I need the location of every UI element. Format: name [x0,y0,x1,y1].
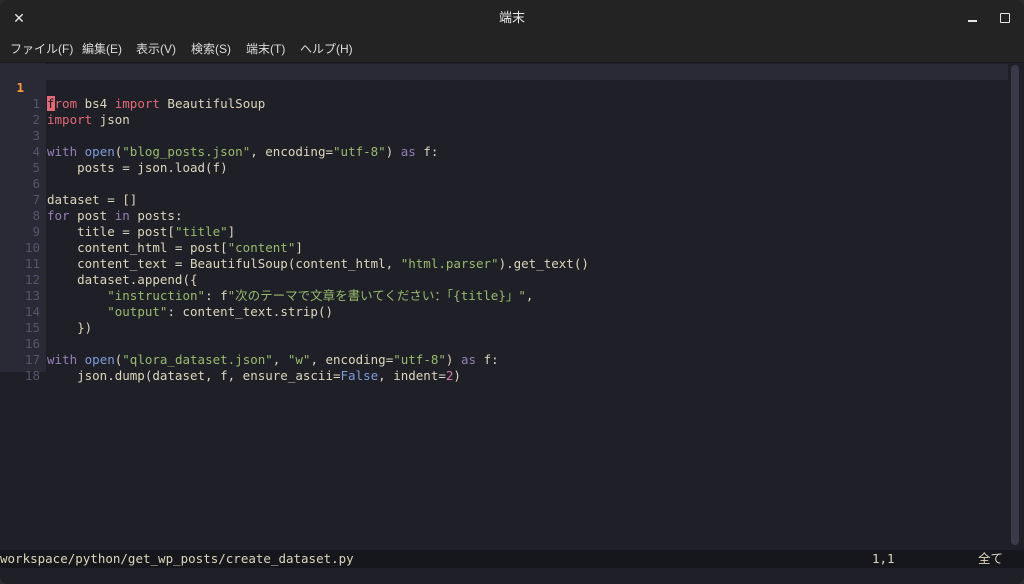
code-line[interactable]: 18 [0,352,1008,383]
code-line[interactable]: 14 }) [0,288,1008,335]
line-number: 18 [24,368,40,383]
code-line[interactable]: 2 [0,96,1008,127]
scroll-percent: 全て [978,551,1004,566]
menu-search[interactable]: 検索(S) [191,41,231,57]
menu-terminal[interactable]: 端末(T) [246,41,285,57]
code-line[interactable]: 3 with open("blog_posts.json", encoding=… [0,112,1008,159]
terminal-window: ✕ 端末 ファイル(F) 編集(E) 表示(V) 検索(S) 端末(T) ヘルプ… [0,0,1024,584]
code-line[interactable]: 15 [0,304,1008,335]
menu-help[interactable]: ヘルプ(H) [300,41,353,57]
code-line[interactable]: 17 json.dump(dataset, f, ensure_ascii=Fa… [0,336,1008,383]
menu-view[interactable]: 表示(V) [136,41,176,57]
code-line[interactable]: 8 title = post["title"] [0,192,1008,239]
code-line[interactable]: 13 "output": content_text.strip() [0,272,1008,319]
code-line[interactable]: 9 content_html = post["content"] [0,208,1008,255]
code-line[interactable]: 7 for post in posts: [0,176,1008,223]
code-line[interactable]: 1 import json [0,80,1008,127]
code-line[interactable]: 16 with open("qlora_dataset.json", "w", … [0,320,1008,367]
maximize-icon[interactable] [996,9,1014,27]
code-line[interactable]: 12 "instruction": f"次のテーマで文章を書いてください：「{t… [0,256,1008,303]
minimize-icon[interactable] [964,9,982,27]
code-line[interactable]: 10 content_text = BeautifulSoup(content_… [0,224,1008,271]
vim-editor[interactable]: 1 from bs4 import BeautifulSoup 1 import… [0,63,1024,550]
code-line[interactable]: 5 [0,144,1008,175]
scrollbar-thumb[interactable] [1011,65,1019,545]
code-line[interactable]: 1 from bs4 import BeautifulSoup [0,64,1008,111]
menu-bar: ファイル(F) 編集(E) 表示(V) 検索(S) 端末(T) ヘルプ(H) [0,36,1024,63]
code-line[interactable]: 11 dataset.append({ [0,240,1008,287]
title-bar: ✕ 端末 [0,0,1024,36]
command-line[interactable] [0,568,1024,584]
menu-file[interactable]: ファイル(F) [10,41,73,57]
status-line: workspace/python/get_wp_posts/create_dat… [0,550,1024,568]
code-line[interactable]: 6 dataset = [] [0,160,1008,207]
code-line[interactable]: 4 posts = json.load(f) [0,128,1008,175]
scrollbar[interactable] [1011,65,1019,545]
file-path: workspace/python/get_wp_posts/create_dat… [0,551,354,566]
cursor-position: 1,1 [872,551,895,566]
menu-edit[interactable]: 編集(E) [82,41,122,57]
window-title: 端末 [498,10,525,25]
